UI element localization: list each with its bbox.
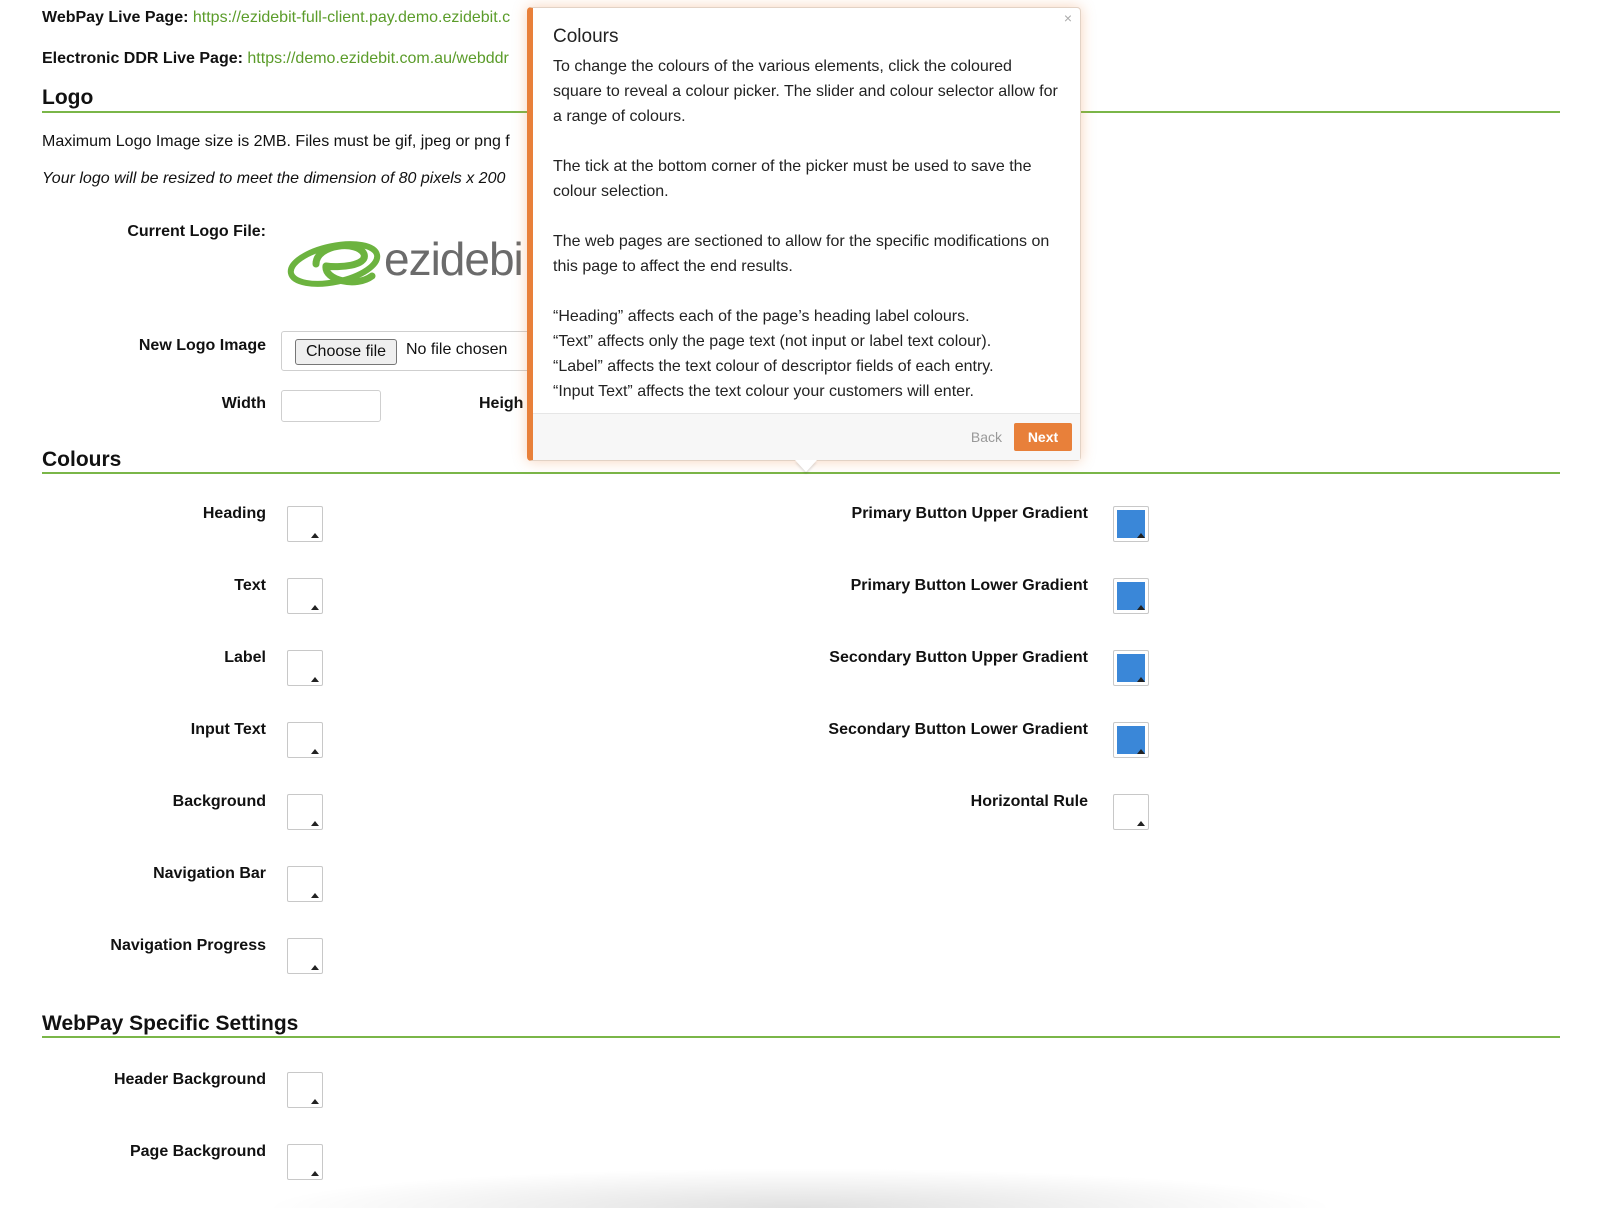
ezidebit-logo-text: ezidebi bbox=[384, 233, 524, 285]
navigation-bar-colour-swatch[interactable] bbox=[287, 866, 323, 902]
webpay-settings-title: WebPay Specific Settings bbox=[42, 1012, 299, 1035]
popover-paragraph: The web pages are sectioned to allow for… bbox=[553, 233, 1050, 275]
colours-section-title: Colours bbox=[42, 448, 122, 471]
popover-paragraph: To change the colours of the various ele… bbox=[553, 58, 1058, 125]
webpay-live-page-row: WebPay Live Page: https://ezidebit-full-… bbox=[42, 9, 510, 27]
popover-line-text: “Text” affects only the page text (not i… bbox=[553, 333, 992, 350]
navigation-progress-colour-label: Navigation Progress bbox=[110, 937, 266, 954]
webpay-settings-rule bbox=[42, 1036, 1560, 1038]
current-logo-label: Current Logo File: bbox=[127, 223, 266, 240]
secondary-lower-gradient-label: Secondary Button Lower Gradient bbox=[828, 721, 1088, 738]
ddr-live-page-label: Electronic DDR Live Page: bbox=[42, 50, 243, 67]
primary-lower-gradient-swatch[interactable] bbox=[1113, 578, 1149, 614]
caret-up-icon bbox=[1137, 533, 1145, 538]
horizontal-rule-colour-swatch[interactable] bbox=[1113, 794, 1149, 830]
popover-title: Colours bbox=[553, 26, 619, 47]
width-label: Width bbox=[221, 395, 266, 412]
webpay-live-page-label: WebPay Live Page: bbox=[42, 9, 189, 26]
horizontal-rule-colour-label: Horizontal Rule bbox=[970, 793, 1088, 810]
webpay-live-page-link[interactable]: https://ezidebit-full-client.pay.demo.ez… bbox=[193, 9, 510, 26]
no-file-chosen-text: No file chosen bbox=[406, 341, 508, 358]
caret-up-icon bbox=[311, 749, 319, 754]
header-background-label: Header Background bbox=[113, 1071, 266, 1088]
primary-lower-gradient-label: Primary Button Lower Gradient bbox=[850, 577, 1088, 594]
ddr-live-page-link[interactable]: https://demo.ezidebit.com.au/webddr bbox=[247, 50, 508, 67]
popover-line-heading: “Heading” affects each of the page’s hea… bbox=[553, 308, 970, 325]
caret-up-icon bbox=[1137, 749, 1145, 754]
label-colour-label: Label bbox=[224, 649, 266, 666]
width-input[interactable] bbox=[281, 390, 381, 422]
logo-file-input[interactable]: Choose file No file chosen bbox=[281, 331, 541, 371]
bottom-shadow bbox=[260, 1168, 1340, 1208]
caret-up-icon bbox=[1137, 677, 1145, 682]
logo-resize-text: Your logo will be resized to meet the di… bbox=[42, 170, 506, 187]
caret-up-icon bbox=[1137, 821, 1145, 826]
ezidebit-logo-mark-icon bbox=[287, 241, 381, 287]
text-colour-label: Text bbox=[234, 577, 266, 594]
new-logo-label: New Logo Image bbox=[138, 337, 266, 354]
input-text-colour-swatch[interactable] bbox=[287, 722, 323, 758]
caret-up-icon bbox=[311, 1099, 319, 1104]
logo-section-title: Logo bbox=[42, 86, 94, 109]
primary-upper-gradient-label: Primary Button Upper Gradient bbox=[851, 505, 1088, 522]
back-button[interactable]: Back bbox=[971, 429, 1002, 445]
height-label: Heigh bbox=[479, 395, 524, 412]
secondary-lower-gradient-swatch[interactable] bbox=[1113, 722, 1149, 758]
caret-up-icon bbox=[311, 533, 319, 538]
popover-body: To change the colours of the various ele… bbox=[553, 54, 1063, 404]
logo-max-size-text: Maximum Logo Image size is 2MB. Files mu… bbox=[42, 133, 510, 150]
navigation-bar-colour-label: Navigation Bar bbox=[153, 865, 266, 882]
next-button[interactable]: Next bbox=[1014, 423, 1072, 451]
secondary-upper-gradient-swatch[interactable] bbox=[1113, 650, 1149, 686]
ddr-live-page-row: Electronic DDR Live Page: https://demo.e… bbox=[42, 50, 509, 68]
popover-line-label: “Label” affects the text colour of descr… bbox=[553, 358, 994, 375]
caret-up-icon bbox=[311, 677, 319, 682]
colours-section-rule bbox=[42, 472, 1560, 474]
header-background-swatch[interactable] bbox=[287, 1072, 323, 1108]
caret-up-icon bbox=[311, 605, 319, 610]
label-colour-swatch[interactable] bbox=[287, 650, 323, 686]
primary-upper-gradient-swatch[interactable] bbox=[1113, 506, 1149, 542]
caret-up-icon bbox=[311, 965, 319, 970]
close-icon[interactable]: × bbox=[1064, 10, 1072, 26]
navigation-progress-colour-swatch[interactable] bbox=[287, 938, 323, 974]
text-colour-swatch[interactable] bbox=[287, 578, 323, 614]
input-text-colour-label: Input Text bbox=[190, 721, 266, 738]
choose-file-button[interactable]: Choose file bbox=[295, 339, 398, 365]
caret-up-icon bbox=[1137, 605, 1145, 610]
heading-colour-swatch[interactable] bbox=[287, 506, 323, 542]
caret-up-icon bbox=[311, 893, 319, 898]
page-background-label: Page Background bbox=[129, 1143, 266, 1160]
popover-paragraph: The tick at the bottom corner of the pic… bbox=[553, 158, 1032, 200]
popover-pointer bbox=[795, 460, 817, 472]
secondary-upper-gradient-label: Secondary Button Upper Gradient bbox=[829, 649, 1088, 666]
ezidebit-logo: ezidebi bbox=[286, 222, 536, 302]
caret-up-icon bbox=[311, 821, 319, 826]
background-colour-swatch[interactable] bbox=[287, 794, 323, 830]
popover-line-input: “Input Text” affects the text colour you… bbox=[553, 383, 974, 400]
popover-footer: Back Next bbox=[533, 413, 1080, 460]
background-colour-label: Background bbox=[172, 793, 266, 810]
heading-colour-label: Heading bbox=[202, 505, 266, 522]
colours-tour-popover: × Colours To change the colours of the v… bbox=[527, 7, 1081, 461]
